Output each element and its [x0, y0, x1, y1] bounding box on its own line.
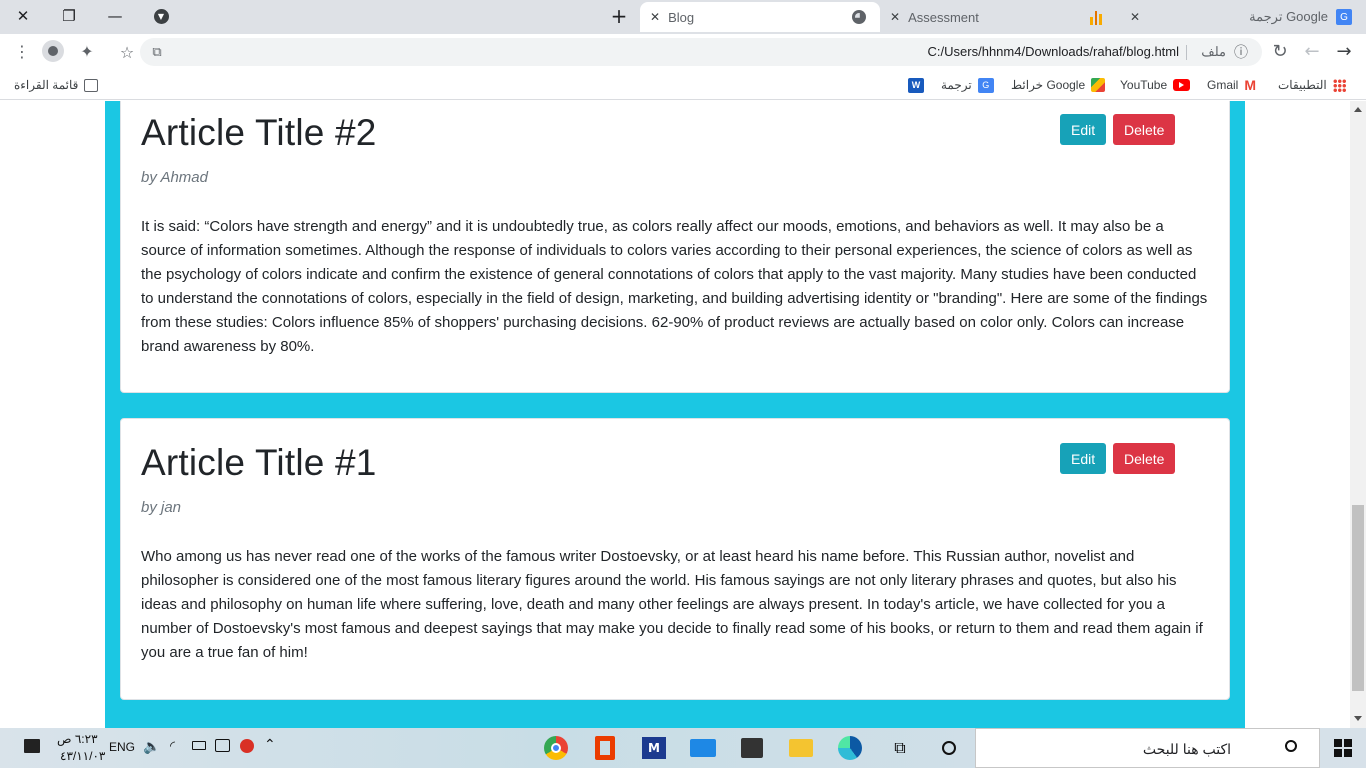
article-title: Article Title #1	[141, 442, 377, 483]
bookmark-translate[interactable]: ترجمة G	[941, 76, 994, 94]
edit-button[interactable]: Edit	[1060, 443, 1107, 474]
restore-window-button[interactable]: ❐	[46, 0, 92, 32]
tab-label: Assessment	[908, 9, 979, 25]
tab-blog[interactable]: ✕ Blog	[640, 2, 880, 32]
windows-start-icon[interactable]	[1328, 733, 1358, 763]
back-icon[interactable]: →	[1333, 40, 1355, 62]
article-body: It is said: “Colors have strength and en…	[141, 218, 1208, 355]
notifications-icon[interactable]	[24, 739, 40, 753]
globe-icon	[852, 10, 866, 24]
scroll-down-arrow-icon[interactable]	[1354, 716, 1362, 721]
scroll-up-arrow-icon[interactable]	[1354, 107, 1362, 112]
edge-icon[interactable]	[835, 733, 865, 763]
divider	[1186, 45, 1187, 60]
page-translate-icon[interactable]: ⧉	[146, 41, 168, 63]
battery-icon[interactable]	[192, 741, 206, 750]
bookmark-label: خرائط Google	[1011, 78, 1086, 92]
bookmark-maps[interactable]: خرائط Google	[1011, 76, 1106, 94]
reload-icon[interactable]: ↻	[1269, 40, 1291, 62]
tab-label: ترجمة Google	[1249, 9, 1328, 24]
gmail-icon: M	[1244, 77, 1257, 93]
close-icon[interactable]: ✕	[890, 10, 900, 24]
bookmark-word[interactable]: W	[908, 76, 924, 94]
tab-label: Blog	[668, 9, 695, 25]
article-card: Article Title #2 by Ahmad It is said: “C…	[120, 101, 1230, 393]
scrollbar-thumb[interactable]	[1352, 505, 1364, 691]
translate-icon: G	[1336, 9, 1352, 25]
page-viewport: Article Title #2 by Ahmad It is said: “C…	[0, 101, 1350, 728]
bookmark-apps[interactable]: التطبيقات	[1278, 76, 1346, 94]
windows-taskbar: ٦:٢٣ ص ٤٣/١١/٠٣ ENG 🔈 ◜ ⌃ M ⧉ اكتب هنا ل…	[0, 728, 1366, 768]
extensions-icon[interactable]: ✦	[76, 40, 98, 62]
task-view-icon[interactable]: ⧉	[885, 733, 915, 763]
profile-icon[interactable]	[42, 40, 64, 62]
browser-toolbar: ⋮ ✦ ☆ ⧉ C:/Users/hhnm4/Downloads/rahaf/b…	[0, 34, 1366, 70]
tab-strip: ✕ ❐ — ▼ + ✕ Blog ✕ Assessment ✕ ترجمة Go…	[0, 0, 1366, 34]
address-bar[interactable]: ☆ ⧉ C:/Users/hhnm4/Downloads/rahaf/blog.…	[120, 38, 1262, 66]
bookmark-gmail[interactable]: Gmail M	[1207, 76, 1256, 94]
bookmark-label: YouTube	[1120, 78, 1168, 92]
word-icon: W	[908, 77, 924, 93]
search-icon	[1285, 740, 1297, 752]
article-body: Who among us has never read one of the w…	[141, 548, 1203, 661]
tab-google-translate[interactable]: ✕ ترجمة Google G	[1120, 2, 1366, 32]
search-placeholder: اكتب هنا للبحث	[1142, 741, 1231, 757]
url-text: C:/Users/hhnm4/Downloads/rahaf/blog.html	[927, 44, 1179, 59]
edit-button[interactable]: Edit	[1060, 114, 1107, 145]
article-author: by jan	[141, 499, 182, 516]
forward-icon[interactable]: ←	[1301, 40, 1323, 62]
analytics-icon	[1090, 9, 1103, 25]
reading-list-icon	[84, 78, 99, 92]
article-card: Article Title #1 by jan Who among us has…	[120, 418, 1230, 700]
clock-time[interactable]: ٦:٢٣ ص	[57, 732, 98, 746]
info-icon[interactable]: ⓘ	[1230, 41, 1252, 63]
bookmark-label: Gmail	[1207, 78, 1239, 92]
apps-grid-icon	[1332, 78, 1346, 92]
close-icon[interactable]: ✕	[1130, 10, 1140, 24]
minimize-window-button[interactable]: —	[92, 0, 138, 32]
meet-now-icon[interactable]	[215, 739, 230, 752]
volume-icon[interactable]: 🔈	[143, 738, 160, 755]
articles-container: Article Title #2 by Ahmad It is said: “C…	[105, 101, 1245, 728]
translate-icon: G	[977, 77, 994, 93]
menu-dots-icon[interactable]: ⋮	[11, 40, 33, 62]
taskbar-search[interactable]: اكتب هنا للبحث	[975, 728, 1320, 768]
cortana-icon[interactable]	[934, 733, 964, 763]
delete-button[interactable]: Delete	[1113, 114, 1176, 145]
close-window-button[interactable]: ✕	[0, 0, 46, 32]
chrome-icon[interactable]	[541, 733, 571, 763]
page-scrollbar[interactable]	[1350, 101, 1366, 728]
maps-icon	[1091, 78, 1106, 92]
wifi-icon[interactable]: ◜	[170, 738, 175, 754]
security-alert-icon[interactable]	[240, 739, 254, 753]
app-icon[interactable]: M	[639, 733, 669, 763]
article-author: by Ahmad	[141, 169, 208, 186]
tab-search-button[interactable]: ▼	[138, 0, 184, 32]
chevron-down-icon: ▼	[153, 8, 169, 24]
store-icon[interactable]	[737, 733, 767, 763]
bookmark-star-icon[interactable]: ☆	[116, 41, 138, 63]
reading-list-label: قائمة القراءة	[14, 78, 79, 92]
bookmarks-bar: قائمة القراءة W ترجمة G خرائط Google You…	[0, 70, 1366, 100]
chevron-up-icon[interactable]: ⌃	[264, 736, 276, 753]
reading-list[interactable]: قائمة القراءة	[14, 76, 99, 94]
file-explorer-icon[interactable]	[786, 733, 816, 763]
close-icon[interactable]: ✕	[650, 10, 660, 24]
scheme-label: ملف	[1201, 44, 1226, 59]
article-title: Article Title #2	[141, 112, 377, 153]
bookmark-label: التطبيقات	[1278, 78, 1327, 92]
delete-button[interactable]: Delete	[1113, 443, 1176, 474]
clock-date[interactable]: ٤٣/١١/٠٣	[60, 749, 105, 763]
bookmark-label: ترجمة	[941, 78, 972, 92]
bookmark-youtube[interactable]: YouTube	[1120, 76, 1191, 94]
tab-assessment[interactable]: ✕ Assessment	[880, 2, 1120, 32]
youtube-icon	[1173, 79, 1191, 91]
new-tab-button[interactable]: +	[596, 0, 642, 32]
language-indicator[interactable]: ENG	[109, 740, 135, 754]
office-icon[interactable]	[590, 733, 620, 763]
mail-icon[interactable]	[688, 733, 718, 763]
